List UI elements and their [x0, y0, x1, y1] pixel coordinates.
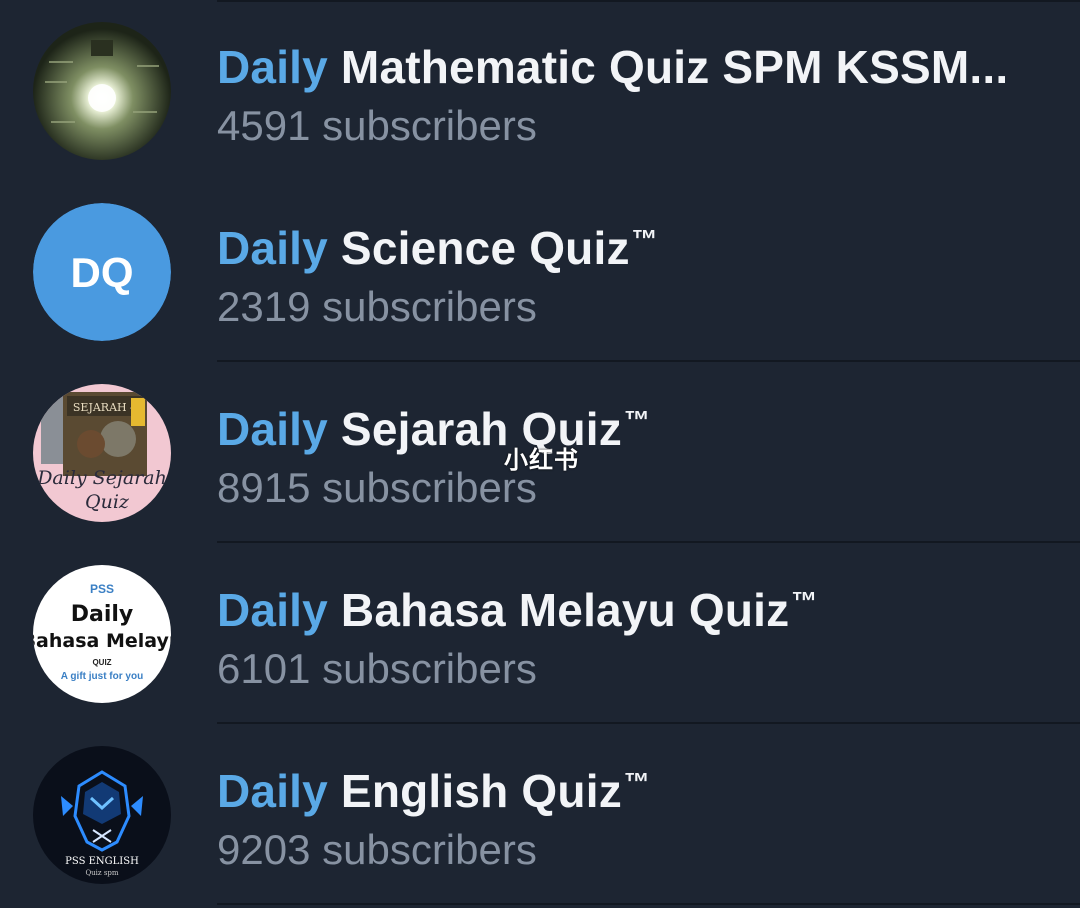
avatar-caption-2: Quiz [85, 491, 130, 513]
bahasa-melayu-avatar-image: PSS Daily Bahasa Melayu QUIZ A gift just… [33, 565, 171, 703]
search-highlight: Daily [217, 403, 328, 455]
avatar-line-1: PSS ENGLISH [65, 856, 139, 867]
channel-title: Daily Bahasa Melayu Quiz™ [217, 573, 818, 638]
avatar-top-text: PSS [90, 582, 114, 596]
avatar: PSS Daily Bahasa Melayu QUIZ A gift just… [33, 565, 171, 703]
sejarah-avatar-image: SEJARAH 4 Daily Sejarah Quiz [33, 384, 171, 522]
subscriber-count: 6101 subscribers [217, 645, 537, 692]
channel-name: Bahasa Melayu Quiz [327, 584, 790, 636]
search-highlight: Daily [217, 584, 328, 636]
lightbulb-avatar-image [33, 22, 171, 160]
search-highlight: Daily [217, 41, 328, 93]
avatar-line-2: Quiz spm [85, 869, 118, 877]
trademark: ™ [623, 767, 651, 797]
avatar-line-1: Daily [71, 602, 134, 627]
avatar [33, 22, 171, 160]
channel-title: Daily Mathematic Quiz SPM KSSM... [217, 30, 1010, 95]
avatar-small-text: QUIZ [92, 658, 111, 667]
book-label: SEJARAH 4 [73, 401, 137, 414]
subscriber-count: 8915 subscribers [217, 464, 537, 511]
channel-row-bahasa-melayu[interactable]: PSS Daily Bahasa Melayu QUIZ A gift just… [0, 543, 1080, 724]
subscriber-count: 9203 subscribers [217, 826, 537, 873]
divider [217, 903, 1080, 905]
watermark: 小红书 [504, 446, 579, 474]
channel-title: Daily Science Quiz™ [217, 211, 658, 276]
channel-title: Daily Sejarah Quiz™ [217, 392, 650, 457]
channel-name: English Quiz [327, 765, 622, 817]
avatar: PSS ENGLISH Quiz spm [33, 746, 171, 884]
avatar: DQ [33, 203, 171, 341]
avatar-caption: Daily Sejarah [36, 467, 167, 489]
channel-title: Daily English Quiz™ [217, 754, 650, 819]
avatar-initials-image: DQ [33, 203, 171, 341]
channel-row-science[interactable]: DQ Daily Science Quiz™ 2319 subscribers [0, 181, 1080, 362]
subscriber-count: 4591 subscribers [217, 102, 537, 149]
search-highlight: Daily [217, 222, 328, 274]
avatar: SEJARAH 4 Daily Sejarah Quiz [33, 384, 171, 522]
channel-row-english[interactable]: PSS ENGLISH Quiz spm Daily English Quiz™… [0, 724, 1080, 905]
avatar-initials: DQ [71, 249, 134, 296]
subscriber-count: 2319 subscribers [217, 283, 537, 330]
channel-name: Mathematic Quiz SPM KSSM... [327, 41, 1009, 93]
trademark: ™ [791, 586, 818, 616]
channel-name: Science Quiz [327, 222, 630, 274]
english-avatar-image: PSS ENGLISH Quiz spm [33, 746, 171, 884]
trademark: ™ [631, 224, 658, 254]
channel-row-mathematic[interactable]: Daily Mathematic Quiz SPM KSSM... 4591 s… [0, 0, 1080, 181]
avatar-tagline: A gift just for you [61, 671, 143, 682]
avatar-line-2: Bahasa Melayu [33, 630, 171, 652]
trademark: ™ [623, 405, 651, 435]
search-highlight: Daily [217, 765, 328, 817]
